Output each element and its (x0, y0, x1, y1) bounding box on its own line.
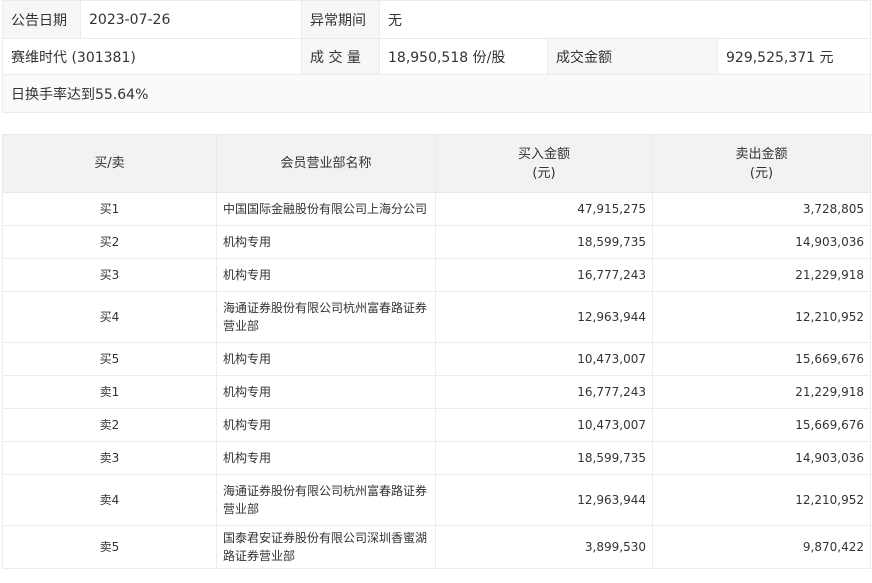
sell-header-line2: (元) (749, 165, 774, 181)
sell-amount-cell: 15,669,676 (652, 408, 871, 442)
sell-amount-cell: 3,728,805 (652, 192, 871, 226)
summary-row-date: 公告日期 2023-07-26 异常期间 无 (2, 0, 872, 39)
branch-cell: 机构专用 (216, 258, 436, 292)
table-row: 买1 中国国际金融股份有限公司上海分公司 47,915,275 3,728,80… (2, 192, 871, 226)
branch-cell: 中国国际金融股份有限公司上海分公司 (216, 192, 436, 226)
buy-amount-cell: 10,473,007 (435, 342, 653, 376)
stock-name: 赛维时代 (301381) (2, 38, 302, 75)
branch-cell: 机构专用 (216, 408, 436, 442)
side-cell: 卖5 (2, 525, 217, 569)
sell-header-line1: 卖出金额 (735, 146, 788, 162)
summary-row-reason: 日换手率达到55.64% (1, 74, 872, 113)
buy-amount-cell: 47,915,275 (435, 192, 653, 226)
sell-amount-cell: 14,903,036 (652, 225, 871, 259)
branch-cell: 机构专用 (216, 342, 436, 376)
sell-amount-cell: 12,210,952 (652, 474, 871, 526)
sell-amount-cell: 9,870,422 (652, 525, 871, 569)
column-header-sell: 卖出金额 (元) (652, 134, 871, 193)
side-cell: 卖1 (2, 375, 217, 409)
buy-header-line2: (元) (532, 165, 556, 181)
buy-amount-cell: 18,599,735 (435, 225, 653, 259)
column-header-side: 买/卖 (2, 134, 217, 193)
announce-date-label: 公告日期 (2, 0, 81, 39)
buy-amount-cell: 12,963,944 (435, 291, 653, 343)
summary-row-trade: 赛维时代 (301381) 成 交 量 18,950,518 份/股 成交金额 … (2, 38, 872, 75)
table-row: 买4 海通证券股份有限公司杭州富春路证券营业部 12,963,944 12,21… (2, 291, 871, 343)
branch-cell: 机构专用 (216, 375, 436, 409)
table-row: 买5 机构专用 10,473,007 15,669,676 (2, 342, 871, 376)
column-header-branch: 会员营业部名称 (216, 134, 436, 193)
branch-cell: 国泰君安证券股份有限公司深圳香蜜湖路证券营业部 (216, 525, 436, 569)
volume-label: 成 交 量 (301, 38, 380, 75)
sell-amount-cell: 14,903,036 (652, 441, 871, 475)
buy-header-line1: 买入金额 (517, 146, 570, 162)
column-header-buy: 买入金额 (元) (435, 134, 653, 193)
side-cell: 买4 (2, 291, 217, 343)
broker-table-header: 买/卖 会员营业部名称 买入金额 (元) 卖出金额 (元) (2, 134, 871, 193)
sell-amount-cell: 21,229,918 (652, 375, 871, 409)
side-cell: 买3 (2, 258, 217, 292)
branch-cell: 海通证券股份有限公司杭州富春路证券营业部 (216, 474, 436, 526)
side-cell: 卖3 (2, 441, 217, 475)
sell-amount-cell: 21,229,918 (652, 258, 871, 292)
buy-amount-cell: 16,777,243 (435, 375, 653, 409)
announce-date-value: 2023-07-26 (80, 0, 302, 39)
buy-amount-cell: 18,599,735 (435, 441, 653, 475)
table-row: 买2 机构专用 18,599,735 14,903,036 (2, 225, 871, 259)
amount-label: 成交金额 (547, 38, 718, 75)
buy-amount-cell: 12,963,944 (435, 474, 653, 526)
buy-amount-cell: 16,777,243 (435, 258, 653, 292)
table-row: 卖4 海通证券股份有限公司杭州富春路证券营业部 12,963,944 12,21… (2, 474, 871, 526)
table-row: 卖2 机构专用 10,473,007 15,669,676 (2, 408, 871, 442)
amount-value: 929,525,371 元 (716, 38, 872, 75)
abnormal-period-value: 无 (378, 0, 872, 39)
broker-table: 买/卖 会员营业部名称 买入金额 (元) 卖出金额 (元) 买1 中国国际金融股份有… (2, 134, 871, 569)
branch-cell: 机构专用 (216, 225, 436, 259)
abnormal-period-label: 异常期间 (301, 0, 380, 39)
summary-table: 公告日期 2023-07-26 异常期间 无 赛维时代 (301381) 成 交… (1, 0, 872, 113)
side-cell: 卖4 (2, 474, 217, 526)
side-cell: 买5 (2, 342, 217, 376)
side-cell: 卖2 (2, 408, 217, 442)
sell-amount-cell: 12,210,952 (652, 291, 871, 343)
side-cell: 买1 (2, 192, 217, 226)
volume-value: 18,950,518 份/股 (379, 38, 548, 75)
table-row: 卖5 国泰君安证券股份有限公司深圳香蜜湖路证券营业部 3,899,530 9,8… (2, 525, 871, 569)
table-row: 买3 机构专用 16,777,243 21,229,918 (2, 258, 871, 292)
branch-cell: 机构专用 (216, 441, 436, 475)
table-row: 卖3 机构专用 18,599,735 14,903,036 (2, 441, 871, 475)
table-row: 卖1 机构专用 16,777,243 21,229,918 (2, 375, 871, 409)
reason-text: 日换手率达到55.64% (1, 74, 872, 113)
sell-amount-cell: 15,669,676 (652, 342, 871, 376)
buy-amount-cell: 3,899,530 (435, 525, 653, 569)
branch-cell: 海通证券股份有限公司杭州富春路证券营业部 (216, 291, 436, 343)
side-cell: 买2 (2, 225, 217, 259)
buy-amount-cell: 10,473,007 (435, 408, 653, 442)
